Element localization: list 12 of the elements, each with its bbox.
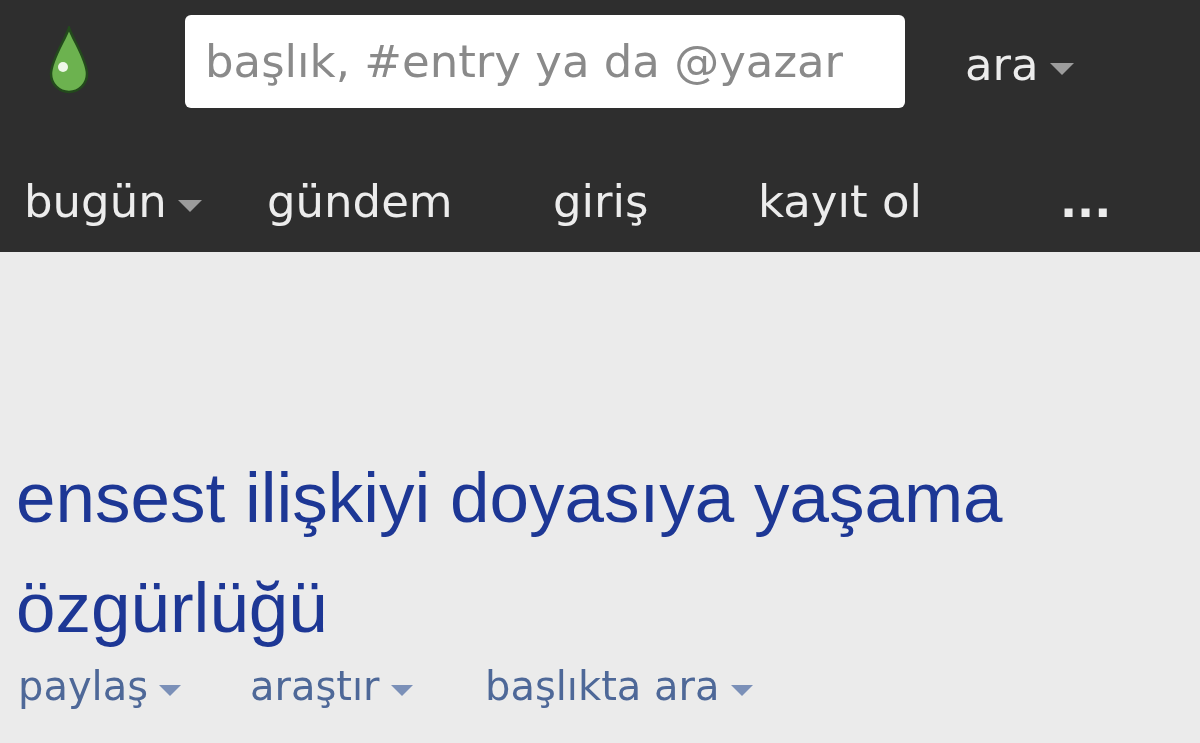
topic-action-link[interactable]: araştır — [250, 663, 414, 709]
nav-link[interactable]: giriş — [553, 174, 649, 229]
topic-title-link[interactable]: ensest ilişkiyi doyasıya yaşama özgürlüğü — [16, 443, 1076, 663]
topic-action-link[interactable]: başlıkta ara — [485, 663, 754, 709]
drop-logo-icon[interactable] — [49, 25, 89, 96]
nav-link[interactable]: ... — [1060, 174, 1112, 229]
nav-link[interactable]: kayıt ol — [758, 174, 922, 229]
nav-link[interactable]: gündem — [267, 174, 453, 229]
topic-action-link[interactable]: paylaş — [18, 663, 183, 709]
nav-link[interactable]: bugün — [24, 174, 203, 229]
search-menu-button[interactable]: ara — [965, 37, 1075, 92]
search-field[interactable]: başlık, #entry ya da @yazar — [185, 15, 905, 108]
